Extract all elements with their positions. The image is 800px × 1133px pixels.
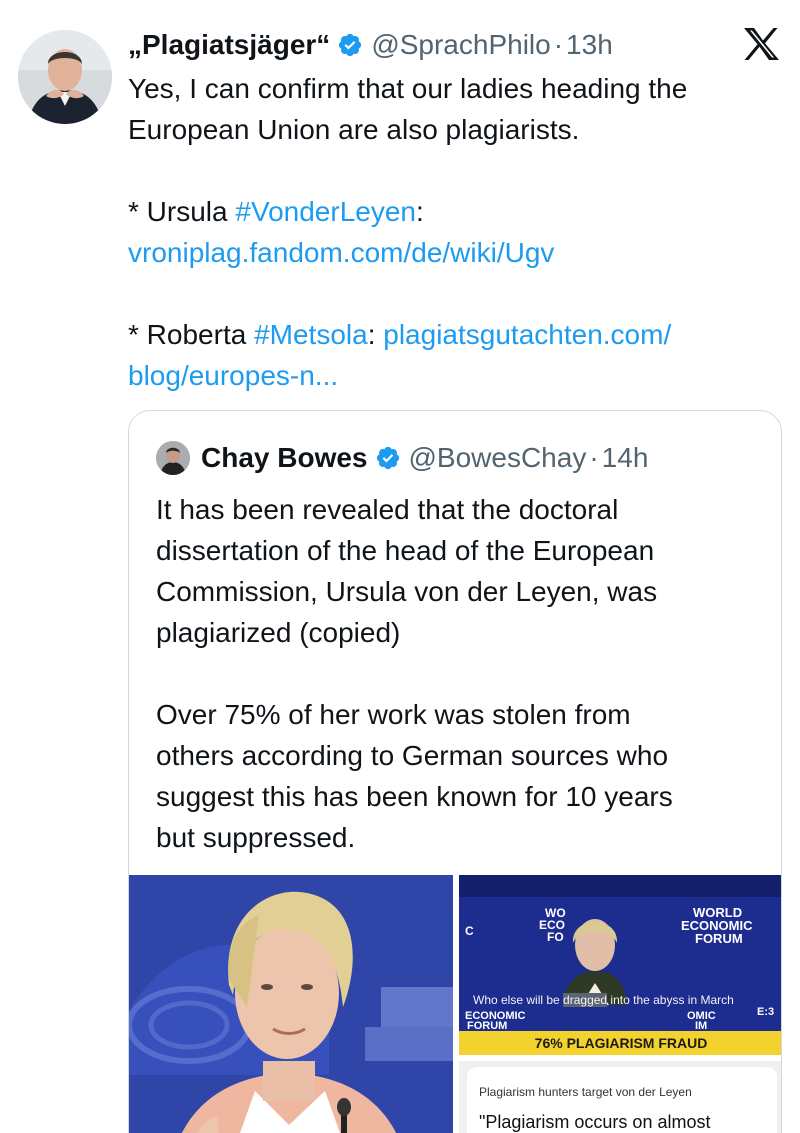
tweet-text-line: * Roberta #Metsola: plagiatsgutachten.co… — [128, 314, 788, 355]
media-image-article-card[interactable]: Plagiarism hunters target von der Leyen … — [459, 1061, 781, 1133]
article-headline: "Plagiarism occurs on almost — [479, 1112, 711, 1132]
author-handle[interactable]: @SprachPhilo — [371, 29, 550, 61]
tweet-timestamp[interactable]: 13h — [566, 29, 613, 61]
svg-text:FORUM: FORUM — [695, 931, 743, 946]
quoted-text-line: suggest this has been known for 10 years — [156, 781, 673, 812]
verified-badge-icon — [375, 445, 401, 471]
x-logo-icon[interactable] — [741, 26, 781, 62]
colon: : — [367, 319, 384, 350]
caption-text: Who else will be — [473, 993, 564, 1007]
article-kicker: Plagiarism hunters target von der Leyen — [479, 1085, 692, 1099]
verified-badge-icon — [337, 32, 363, 58]
colon: : — [415, 196, 424, 227]
caption-highlight: dragged — [563, 993, 608, 1007]
svg-text:E:3: E:3 — [757, 1006, 774, 1018]
bullet-text: * Ursula — [128, 196, 236, 227]
media-image-parliament[interactable] — [129, 875, 453, 1133]
tweet-header: „Plagiatsjäger“ @SprachPhilo · 13h — [128, 26, 613, 64]
quoted-text-line: plagiarized (copied) — [156, 617, 401, 648]
video-caption: Who else will be dragged into the abyss … — [473, 993, 734, 1007]
author-display-name[interactable]: „Plagiatsjäger“ — [128, 29, 330, 61]
article-card: Plagiarism hunters target von der Leyen … — [467, 1067, 777, 1133]
tweet-text-line: * Ursula #VonderLeyen: — [128, 191, 788, 232]
quoted-text-line: Over 75% of her work was stolen from — [156, 699, 631, 730]
tweet-text-line: blog/europes-n... — [128, 355, 788, 396]
caption-text: into the abyss in March — [607, 993, 734, 1007]
svg-text:FO: FO — [547, 930, 564, 944]
quoted-tweet[interactable]: Chay Bowes @BowesChay · 14h It has been … — [128, 410, 782, 1133]
author-photo — [18, 30, 112, 124]
separator-dot: · — [553, 29, 564, 60]
hashtag-metsola[interactable]: #Metsola — [254, 319, 368, 350]
quoted-text-line: Commission, Ursula von der Leyen, was — [156, 576, 658, 607]
quoted-author-handle[interactable]: @BowesChay — [409, 442, 587, 474]
link-plagiatsgutachten-continued[interactable]: blog/europes-n... — [128, 360, 338, 391]
quoted-text-line: but suppressed. — [156, 822, 356, 853]
media-image-wef[interactable]: C WO ECO FO WORLD ECONOMIC FORUM ECONOMI… — [459, 875, 781, 1055]
author-avatar[interactable] — [18, 30, 112, 124]
svg-text:C: C — [465, 924, 474, 938]
quoted-text-line: others according to German sources who — [156, 740, 669, 771]
tweet-card[interactable]: „Plagiatsjäger“ @SprachPhilo · 13h Yes, … — [0, 0, 800, 1133]
tweet-text-line: vroniplag.fandom.com/de/wiki/Ugv — [128, 232, 788, 273]
quoted-text-line: dissertation of the head of the European — [156, 535, 655, 566]
link-plagiatsgutachten[interactable]: plagiatsgutachten.com/ — [383, 319, 671, 350]
quoted-tweet-timestamp[interactable]: 14h — [602, 442, 649, 474]
hashtag-vonderleyen[interactable]: #VonderLeyen — [235, 196, 416, 227]
tweet-text-line: Yes, I can confirm that our ladies headi… — [128, 73, 688, 104]
link-vroniplag[interactable]: vroniplag.fandom.com/de/wiki/Ugv — [128, 237, 554, 268]
quoted-tweet-header: Chay Bowes @BowesChay · 14h — [156, 441, 648, 475]
tweet-text: Yes, I can confirm that our ladies headi… — [128, 68, 788, 396]
quoted-tweet-text: It has been revealed that the doctoral d… — [156, 489, 776, 858]
quoted-text-line: It has been revealed that the doctoral — [156, 494, 619, 525]
tweet-text-line: European Union are also plagiarists. — [128, 114, 580, 145]
separator-dot: · — [589, 442, 599, 473]
quoted-author-avatar[interactable] — [156, 441, 190, 475]
bullet-text: * Roberta — [128, 319, 255, 350]
quoted-author-display-name[interactable]: Chay Bowes — [201, 442, 368, 474]
plagiarism-banner: 76% PLAGIARISM FRAUD — [459, 1031, 781, 1055]
